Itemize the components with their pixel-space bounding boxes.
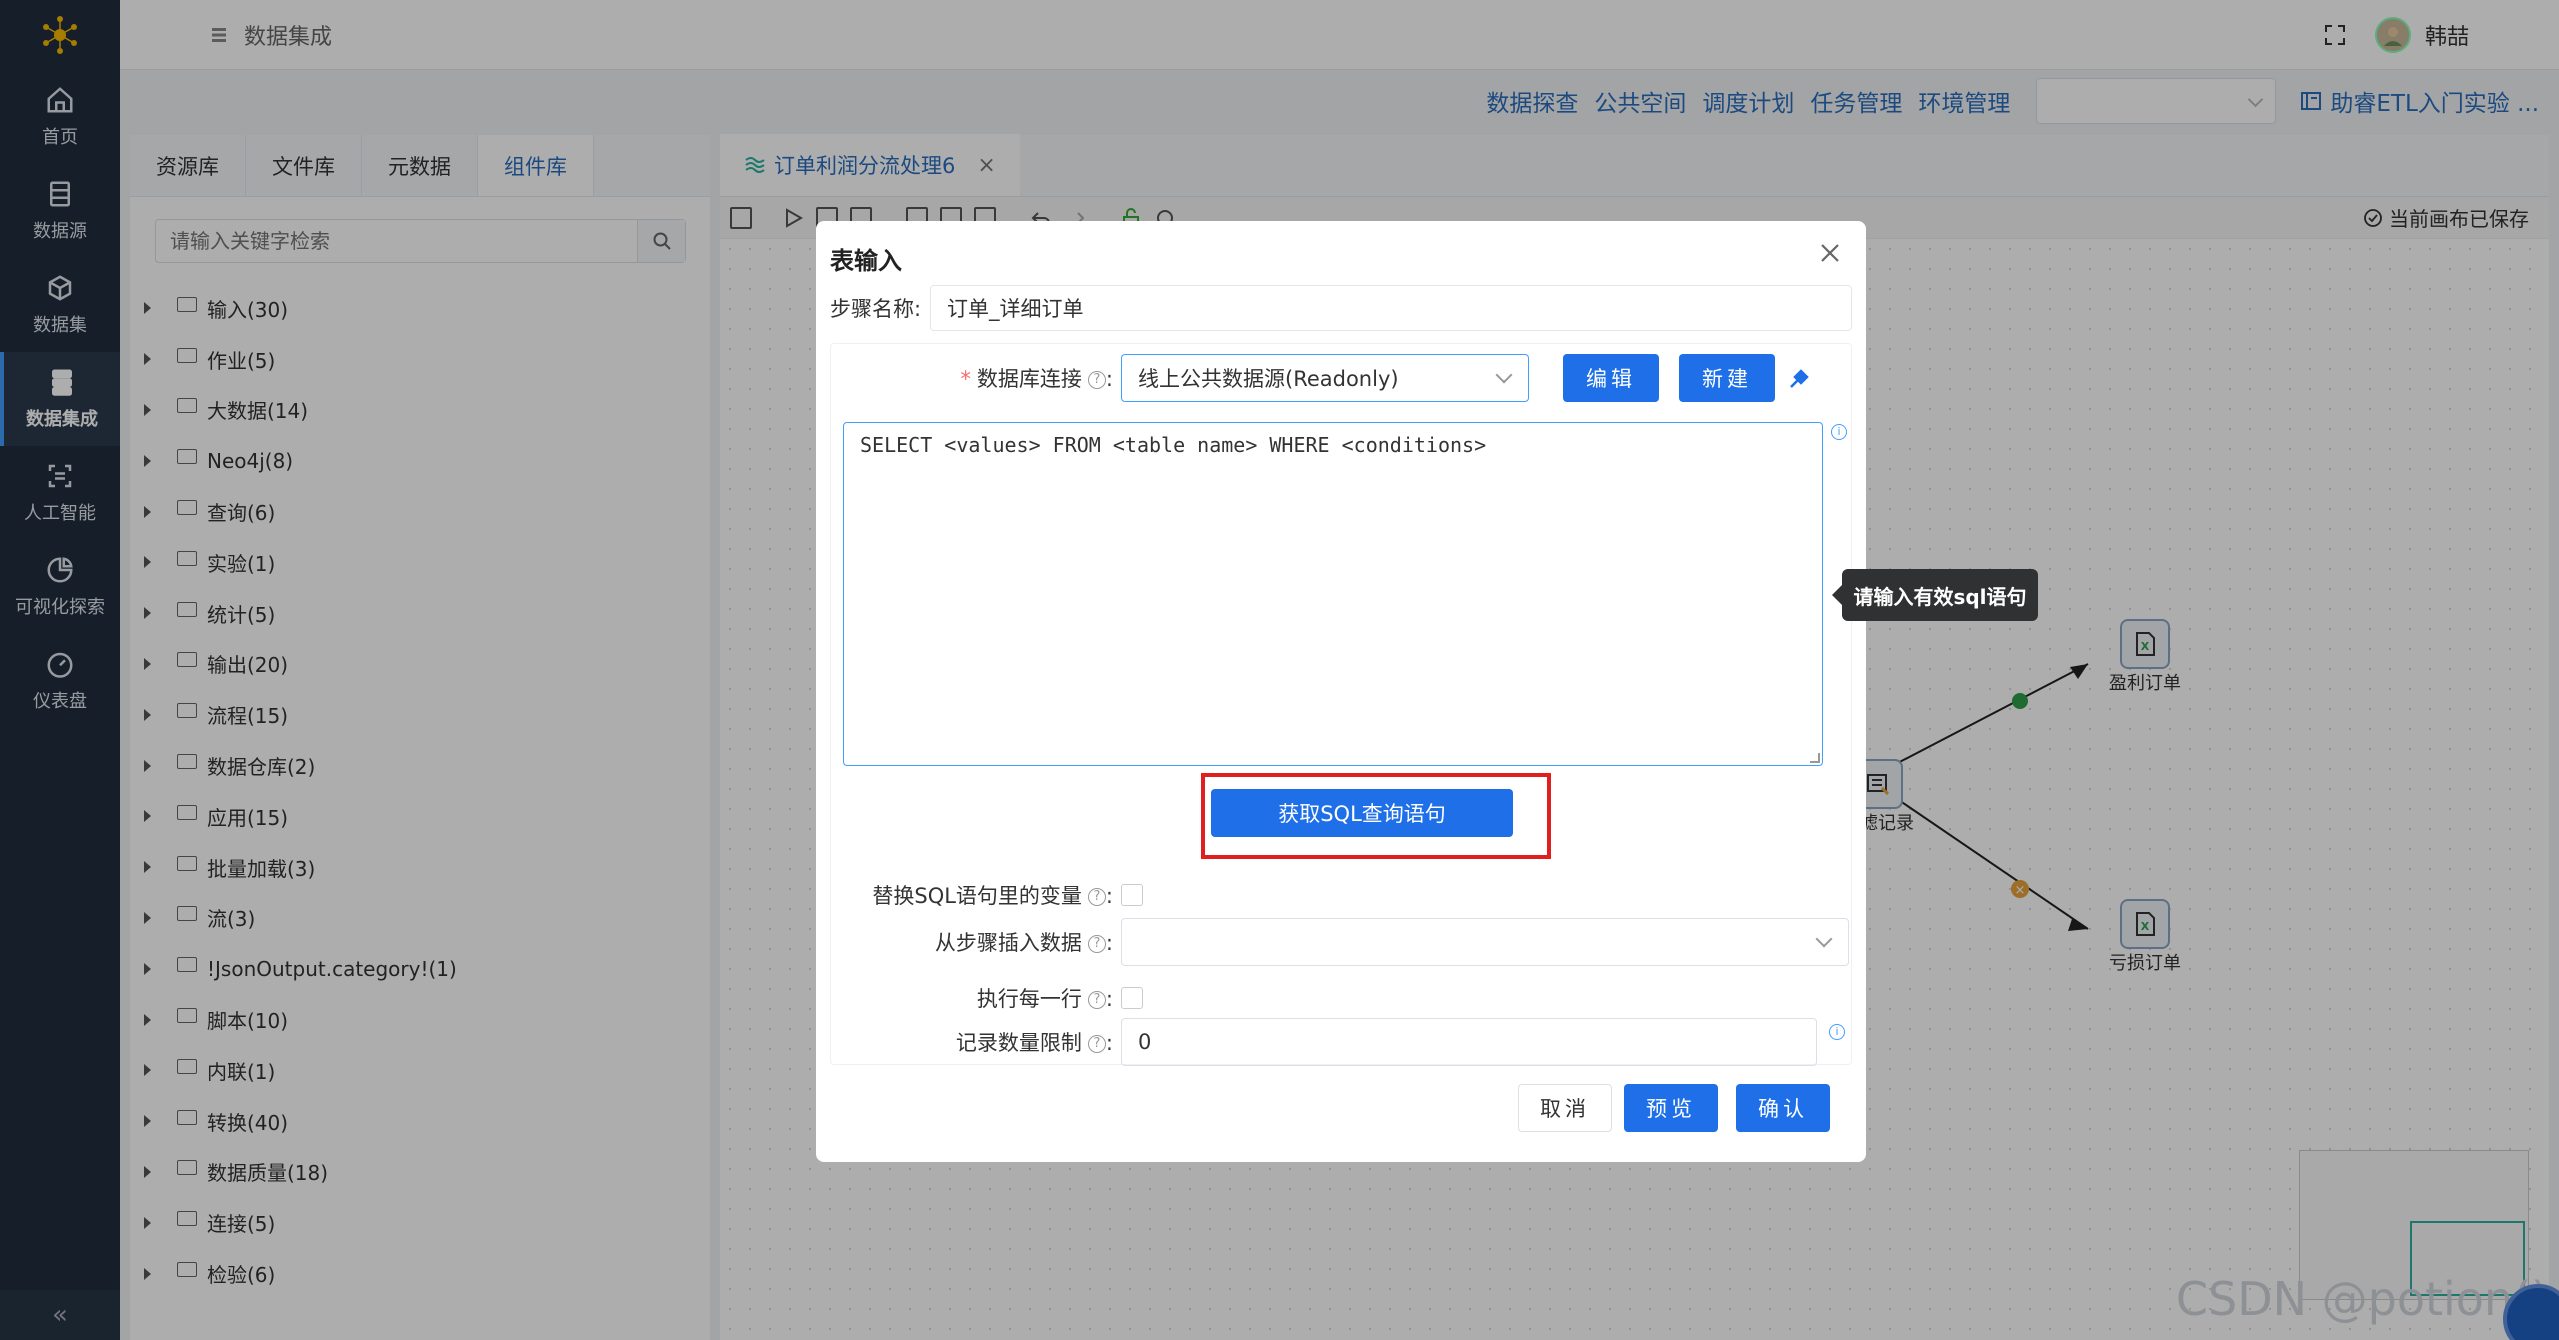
db-connection-select[interactable]: 线上公共数据源(Readonly)	[1121, 354, 1529, 402]
help-icon[interactable]: ?	[1087, 991, 1106, 1009]
table-input-dialog: 表输入 步骤名称: 订单_详细订单 * 数据库连接?: 线上公共数据源(Reado…	[816, 221, 1866, 1162]
test-connection-icon[interactable]	[1787, 365, 1813, 391]
replace-vars-checkbox[interactable]	[1121, 884, 1143, 906]
step-name-row: 步骤名称: 订单_详细订单	[830, 285, 1852, 331]
db-connection-row: * 数据库连接?: 线上公共数据源(Readonly) 编辑 新建	[831, 354, 1851, 402]
info-icon[interactable]: i	[1829, 1024, 1845, 1040]
sql-editor[interactable]: SELECT <values> FROM <table name> WHERE …	[843, 422, 1823, 766]
confirm-button[interactable]: 确认	[1736, 1084, 1830, 1132]
new-button[interactable]: 新建	[1679, 354, 1775, 402]
dialog-footer: 取消 预览 确认	[1518, 1084, 1830, 1132]
replace-vars-row: 替换SQL语句里的变量?:	[831, 871, 1851, 919]
info-icon[interactable]: i	[1831, 424, 1847, 440]
resize-handle[interactable]	[1810, 753, 1820, 763]
record-limit-label: 记录数量限制	[955, 1031, 1082, 1055]
preview-button[interactable]: 预览	[1624, 1084, 1718, 1132]
insert-from-step-select[interactable]	[1121, 918, 1849, 966]
help-icon[interactable]: ?	[1087, 1035, 1106, 1053]
sql-validation-tooltip: 请输入有效sql语句	[1832, 569, 2038, 621]
insert-from-step-row: 从步骤插入数据?:	[831, 918, 1851, 966]
exec-each-row-label: 执行每一行	[976, 987, 1082, 1011]
cancel-button[interactable]: 取消	[1518, 1084, 1612, 1132]
exec-each-row-checkbox[interactable]	[1121, 987, 1143, 1009]
record-limit-row: 记录数量限制?: 0 i	[831, 1018, 1851, 1066]
record-limit-input[interactable]: 0	[1121, 1018, 1817, 1066]
step-name-input[interactable]: 订单_详细订单	[930, 285, 1852, 331]
exec-each-row-row: 执行每一行?:	[831, 974, 1851, 1022]
highlight-box: 获取SQL查询语句	[1201, 773, 1551, 859]
edit-button[interactable]: 编辑	[1563, 354, 1659, 402]
help-icon[interactable]: ?	[1087, 888, 1106, 906]
insert-from-step-label: 从步骤插入数据	[934, 931, 1082, 955]
dialog-form: * 数据库连接?: 线上公共数据源(Readonly) 编辑 新建 SELECT …	[830, 343, 1852, 1066]
replace-vars-label: 替换SQL语句里的变量	[872, 884, 1082, 908]
get-sql-button[interactable]: 获取SQL查询语句	[1211, 789, 1513, 837]
dialog-title: 表输入	[830, 247, 902, 275]
db-connection-label: * 数据库连接?:	[960, 367, 1113, 391]
close-icon[interactable]	[1816, 239, 1844, 267]
step-name-label: 步骤名称:	[830, 297, 922, 321]
help-icon[interactable]: ?	[1087, 371, 1106, 389]
help-icon[interactable]: ?	[1087, 935, 1106, 953]
required-asterisk: *	[960, 367, 971, 391]
